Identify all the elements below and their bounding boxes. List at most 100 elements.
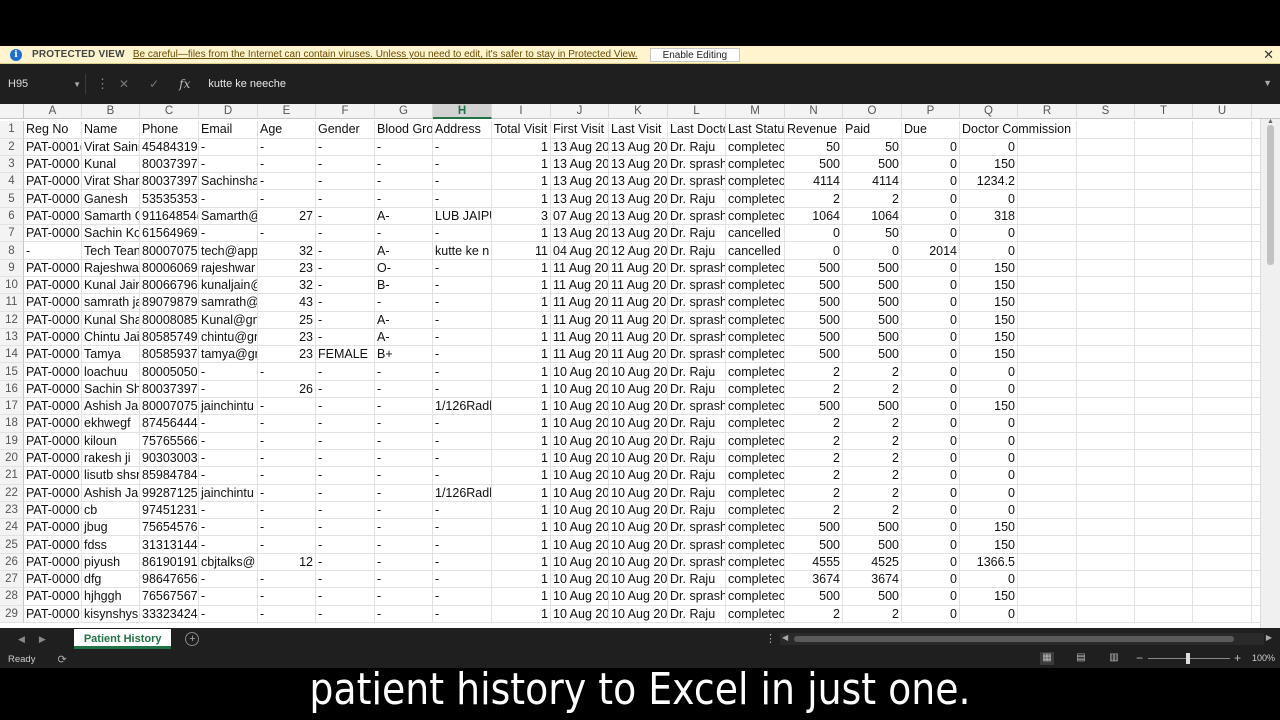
table-cell[interactable]: - <box>375 501 433 520</box>
table-cell[interactable]: loachuu <box>82 363 140 381</box>
table-cell[interactable]: - <box>433 501 492 520</box>
table-cell[interactable]: - <box>258 155 316 174</box>
worksheet-grid[interactable]: A B C D E F G H I J K L M N O P Q R S T U 1 Reg No Name Phone Ema… <box>0 104 1280 628</box>
table-cell[interactable]: 500 <box>843 536 902 554</box>
table-cell[interactable] <box>1193 398 1252 416</box>
table-cell[interactable]: completec <box>726 138 785 156</box>
table-cell[interactable]: - <box>375 467 433 485</box>
table-cell[interactable]: 150 <box>960 276 1018 295</box>
table-cell[interactable]: 0 <box>902 259 960 277</box>
table-cell[interactable] <box>1018 328 1077 347</box>
table-cell[interactable]: 1 <box>492 553 551 572</box>
row-header[interactable]: 14 <box>0 346 24 364</box>
table-cell[interactable] <box>1193 276 1252 295</box>
table-cell[interactable]: - <box>199 588 258 606</box>
table-cell[interactable]: 76567567 <box>140 588 199 606</box>
table-cell[interactable]: 10 Aug 20 <box>609 449 668 468</box>
table-cell[interactable] <box>1193 328 1252 347</box>
table-cell[interactable]: 99287125( <box>140 484 199 502</box>
table-cell[interactable]: 1 <box>492 415 551 433</box>
table-cell[interactable]: 2 <box>785 190 843 208</box>
table-cell[interactable]: completec <box>726 311 785 329</box>
table-cell[interactable]: 0 <box>960 242 1018 260</box>
table-cell[interactable] <box>1193 242 1252 260</box>
table-cell[interactable]: 2 <box>785 415 843 433</box>
table-cell[interactable]: PAT-0000 <box>24 571 82 589</box>
table-cell[interactable]: 10 Aug 20 <box>551 363 609 381</box>
table-cell[interactable]: 04 Aug 20 <box>551 242 609 260</box>
table-cell[interactable] <box>1018 449 1077 468</box>
table-cell[interactable]: 11 Aug 20 <box>551 276 609 295</box>
row-header[interactable]: 29 <box>0 605 24 623</box>
table-cell[interactable]: - <box>433 138 492 156</box>
table-cell[interactable]: 0 <box>902 519 960 537</box>
table-cell[interactable]: 2 <box>843 363 902 381</box>
table-cell[interactable] <box>1077 449 1135 468</box>
table-cell[interactable]: 23 <box>258 346 316 364</box>
table-cell[interactable]: PAT-0001( <box>24 138 82 156</box>
table-cell[interactable]: 80585749 <box>140 328 199 347</box>
table-cell[interactable]: 500 <box>843 588 902 606</box>
table-cell[interactable]: 2 <box>785 501 843 520</box>
table-cell[interactable]: 1 <box>492 501 551 520</box>
table-cell[interactable] <box>1077 207 1135 226</box>
table-cell[interactable]: 10 Aug 20 <box>609 432 668 450</box>
table-cell[interactable]: - <box>433 173 492 191</box>
table-cell[interactable]: Dr. sprash <box>668 346 726 364</box>
table-cell[interactable]: PAT-0000 <box>24 605 82 623</box>
sheet-tab-patient-history[interactable]: Patient History <box>73 629 172 649</box>
table-cell[interactable] <box>1135 519 1193 537</box>
table-cell[interactable]: 31313144 <box>140 536 199 554</box>
cancel-icon[interactable]: ✕ <box>119 77 129 91</box>
column-header-l[interactable]: L <box>668 104 726 119</box>
table-cell[interactable]: 26 <box>258 380 316 399</box>
table-cell[interactable]: Kunal Sha <box>82 311 140 329</box>
table-cell[interactable]: - <box>258 605 316 623</box>
table-cell[interactable] <box>1135 380 1193 399</box>
zoom-level[interactable]: 100% <box>1252 653 1275 663</box>
expand-formula-bar-icon[interactable]: ▼ <box>1263 78 1272 88</box>
table-cell[interactable]: 13 Aug 20 <box>609 173 668 191</box>
header-cell[interactable] <box>1077 121 1135 139</box>
table-cell[interactable]: 1 <box>492 536 551 554</box>
table-cell[interactable]: 1 <box>492 173 551 191</box>
table-cell[interactable] <box>1135 155 1193 174</box>
table-cell[interactable]: - <box>258 225 316 243</box>
table-cell[interactable]: - <box>258 138 316 156</box>
enable-editing-button[interactable]: Enable Editing <box>649 47 741 62</box>
header-cell[interactable]: Reg No <box>24 121 82 139</box>
table-cell[interactable]: completec <box>726 155 785 174</box>
table-cell[interactable]: 75765566 <box>140 432 199 450</box>
table-cell[interactable]: 3674 <box>785 571 843 589</box>
table-cell[interactable]: ekhwegf <box>82 415 140 433</box>
table-cell[interactable] <box>1077 173 1135 191</box>
table-cell[interactable]: Dr. sprash <box>668 294 726 312</box>
table-cell[interactable]: 1 <box>492 276 551 295</box>
table-cell[interactable]: Ganesh <box>82 190 140 208</box>
table-cell[interactable]: 10 Aug 20 <box>551 501 609 520</box>
table-cell[interactable]: 0 <box>902 311 960 329</box>
table-cell[interactable]: 1 <box>492 294 551 312</box>
table-cell[interactable] <box>1018 155 1077 174</box>
table-cell[interactable]: 1234.2 <box>960 173 1018 191</box>
table-cell[interactable] <box>1018 571 1077 589</box>
table-cell[interactable]: 10 Aug 20 <box>609 553 668 572</box>
row-header[interactable]: 25 <box>0 536 24 554</box>
table-cell[interactable]: - <box>375 536 433 554</box>
table-cell[interactable]: - <box>316 207 375 226</box>
select-all-corner[interactable] <box>0 104 24 119</box>
table-cell[interactable]: - <box>375 432 433 450</box>
table-cell[interactable] <box>1018 294 1077 312</box>
header-cell[interactable]: Email <box>199 121 258 139</box>
table-cell[interactable] <box>1135 207 1193 226</box>
table-cell[interactable]: 11 Aug 20 <box>609 346 668 364</box>
row-header[interactable]: 20 <box>0 449 24 468</box>
row-header[interactable]: 2 <box>0 138 24 156</box>
table-cell[interactable]: 2 <box>843 605 902 623</box>
table-cell[interactable]: - <box>433 346 492 364</box>
table-cell[interactable]: - <box>316 173 375 191</box>
table-cell[interactable]: Dr. sprash <box>668 311 726 329</box>
header-cell[interactable]: Last Doctc <box>668 121 726 139</box>
table-cell[interactable] <box>1193 605 1252 623</box>
table-cell[interactable]: - <box>199 605 258 623</box>
